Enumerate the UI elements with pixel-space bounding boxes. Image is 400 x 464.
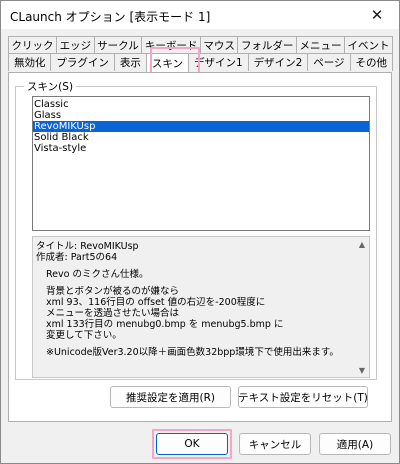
info-note-line: メニューを透過させたい場合は <box>46 308 180 319</box>
info-scrollbar[interactable]: ▲ ▼ <box>355 237 369 377</box>
tab-circle[interactable]: サークル <box>93 36 143 54</box>
window-title: CLaunch オプション [表示モード 1] <box>10 10 211 24</box>
tab-design1[interactable]: デザイン1 <box>188 53 249 71</box>
tab-display[interactable]: 表示 <box>113 53 147 71</box>
reset-text-settings-button[interactable]: テキスト設定をリセット(T) <box>238 386 368 408</box>
tab-other[interactable]: その他 <box>349 53 393 71</box>
info-note-line: 変更して下さい。 <box>46 330 122 341</box>
tab-design2[interactable]: デザイン2 <box>247 53 309 71</box>
info-note-line: xml 93、116行目の offset 値の右辺を-200程度に <box>46 297 266 308</box>
info-title: タイトル: RevoMIKUsp <box>36 241 139 252</box>
tab-page[interactable]: ページ <box>307 53 351 71</box>
info-requirement: ※Unicode版Ver3.20以降＋画面色数32bpp環境下で使用出来ます。 <box>46 347 339 358</box>
scroll-down-icon[interactable]: ▼ <box>355 364 369 376</box>
info-note-line: 背景とボタンが被るのが嫌なら <box>46 286 180 297</box>
apply-button[interactable]: 適用(A) <box>319 433 391 455</box>
tab-event[interactable]: イベント <box>344 36 394 54</box>
info-description: Revo のミクさん仕様。 <box>46 269 149 280</box>
list-item[interactable]: Solid Black <box>33 132 369 143</box>
list-item[interactable]: Glass <box>33 110 369 121</box>
tab-skin[interactable]: スキン <box>145 53 189 72</box>
scroll-up-icon[interactable]: ▲ <box>355 238 369 250</box>
title-bar: CLaunch オプション [表示モード 1] ✕ <box>1 1 399 29</box>
list-item[interactable]: Vista-style <box>33 143 369 154</box>
tab-edge[interactable]: エッジ <box>56 36 95 54</box>
list-item-selected[interactable]: RevoMIKUsp <box>33 121 369 132</box>
skin-info-text: タイトル: RevoMIKUsp 作成者: Part5の64 Revo のミクさ… <box>36 241 354 358</box>
apply-recommended-button[interactable]: 推奨設定を適用(R) <box>110 386 231 408</box>
tab-row-2: 無効化 プラグイン 表示 スキン デザイン1 デザイン2 ページ その他 <box>8 53 393 72</box>
tab-folder[interactable]: フォルダー <box>237 36 297 54</box>
cancel-button[interactable]: キャンセル <box>239 433 311 455</box>
tab-row-1: クリック エッジ サークル キーボード マウス フォルダー メニュー イベント <box>8 36 394 54</box>
tab-keyboard[interactable]: キーボード <box>141 36 201 54</box>
list-item[interactable]: Classic <box>33 99 369 110</box>
info-author: 作成者: Part5の64 <box>36 252 118 263</box>
info-note-line: xml 133行目の menubg0.bmp を menubg5.bmp に <box>46 319 284 330</box>
tab-strip: クリック エッジ サークル キーボード マウス フォルダー メニュー イベント … <box>8 36 394 72</box>
tab-mouse[interactable]: マウス <box>199 36 239 54</box>
close-icon[interactable]: ✕ <box>355 1 399 29</box>
ok-button[interactable]: OK <box>156 433 228 455</box>
skin-group-label: スキン(S) <box>24 79 77 94</box>
tab-plugin[interactable]: プラグイン <box>50 53 115 71</box>
tab-menu[interactable]: メニュー <box>295 36 346 54</box>
skin-info-box: タイトル: RevoMIKUsp 作成者: Part5の64 Revo のミクさ… <box>32 236 370 378</box>
tab-disable[interactable]: 無効化 <box>8 53 52 71</box>
tab-click[interactable]: クリック <box>8 36 58 54</box>
skin-list[interactable]: Classic Glass RevoMIKUsp Solid Black Vis… <box>32 96 370 231</box>
